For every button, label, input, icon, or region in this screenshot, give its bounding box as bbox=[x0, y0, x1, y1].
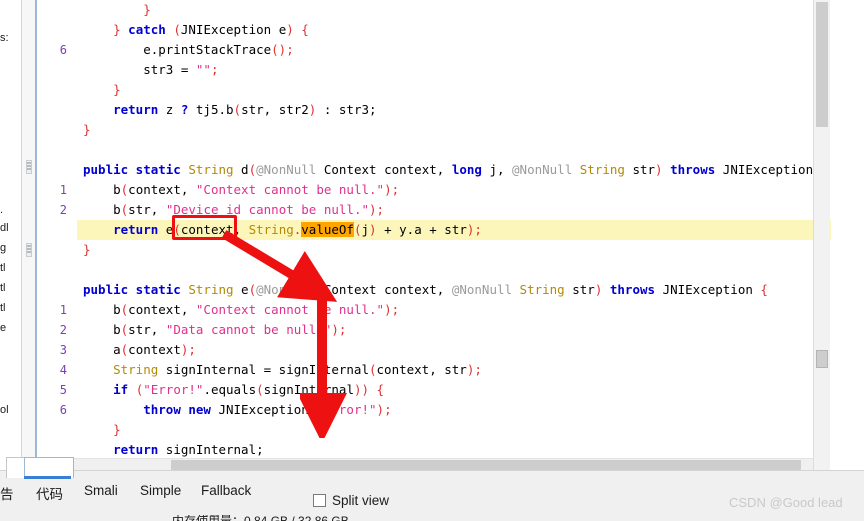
line-number: 1 bbox=[59, 183, 67, 197]
line-number: 2 bbox=[59, 323, 67, 337]
line-number: 6 bbox=[59, 403, 67, 417]
code-line: 1 b(context, "Context cannot be null."); bbox=[37, 180, 832, 200]
code-line-text: public static String e(@NonNull Context … bbox=[83, 282, 768, 297]
code-line: } bbox=[37, 80, 832, 100]
code-line: } catch (JNIException e) { bbox=[37, 20, 832, 40]
editor-vertical-scrollbar[interactable] bbox=[813, 0, 830, 470]
code-line: } bbox=[37, 420, 832, 440]
code-line-text: } bbox=[113, 82, 121, 97]
code-line: str3 = ""; bbox=[37, 60, 832, 80]
code-line: return e(context, String.valueOf(j) + y.… bbox=[37, 220, 832, 240]
line-number: 3 bbox=[59, 343, 67, 357]
code-line: return signInternal; bbox=[37, 440, 832, 460]
code-line-text: a(context); bbox=[83, 342, 196, 357]
code-line: } bbox=[37, 120, 832, 140]
code-line: return z ? tj5.b(str, str2) : str3; bbox=[37, 100, 832, 120]
editor-gutter bbox=[22, 0, 36, 470]
tab-strip bbox=[0, 457, 864, 479]
code-line-text: str3 = ""; bbox=[83, 62, 219, 77]
clipped-text-fragment: dl bbox=[0, 222, 9, 234]
code-line-text: throw new JNIException("Error!"); bbox=[143, 402, 392, 417]
memory-usage-text: 内存使用量：0.84 GB / 32.86 GB bbox=[172, 515, 349, 521]
line-number: 5 bbox=[59, 383, 67, 397]
fold-handle-icon[interactable] bbox=[26, 160, 32, 174]
code-line-text: return signInternal; bbox=[113, 442, 264, 457]
code-line: } bbox=[37, 240, 832, 260]
tab-smali[interactable]: Smali bbox=[84, 483, 118, 498]
code-line-text: b(context, "Context cannot be null."); bbox=[83, 302, 400, 317]
code-line-text: b(str, "Data cannot be null."); bbox=[83, 322, 347, 337]
watermark: CSDN @Good lead bbox=[729, 495, 843, 510]
code-line-text: return z ? tj5.b(str, str2) : str3; bbox=[113, 102, 377, 117]
annotation-highlight-box bbox=[172, 215, 237, 240]
clipped-text-fragment: tl bbox=[0, 282, 6, 294]
code-line: 2 b(str, "Data cannot be null."); bbox=[37, 320, 832, 340]
tab-page-prev[interactable] bbox=[6, 457, 26, 478]
active-tab-underline bbox=[24, 476, 71, 479]
code-text[interactable]: } } catch (JNIException e) { 6 e.printSta… bbox=[37, 0, 832, 470]
clipped-text-fragment: ol bbox=[0, 404, 9, 416]
code-line: 6 throw new JNIException("Error!"); bbox=[37, 400, 832, 420]
code-line: public static String d(@NonNull Context … bbox=[37, 160, 832, 180]
clipped-text-fragment: tl bbox=[0, 302, 6, 314]
code-line-text: } bbox=[83, 242, 91, 257]
right-hidden-panel-sliver: list-for- get("reqi ❐pand bbox=[831, 0, 864, 470]
clipped-text-fragment: tl bbox=[0, 262, 6, 274]
tab-page-active[interactable] bbox=[24, 457, 74, 478]
scrollbar-thumb[interactable] bbox=[171, 460, 801, 470]
code-line-text: String signInternal = signInternal(conte… bbox=[113, 362, 482, 377]
line-number: 2 bbox=[59, 203, 67, 217]
code-line-text: b(context, "Context cannot be null."); bbox=[83, 182, 400, 197]
fold-handle-icon[interactable] bbox=[26, 243, 32, 257]
code-line: 2 b(str, "Device id cannot be null."); bbox=[37, 200, 832, 220]
code-line: 5 if ("Error!".equals(signInternal)) { bbox=[37, 380, 832, 400]
code-line-text: } bbox=[143, 2, 151, 17]
status-bar: ••• 内存使用量：0.84 GB / 32.86 GB bbox=[0, 515, 864, 521]
code-line-text: return e(context, String.valueOf(j) + y.… bbox=[113, 222, 482, 237]
code-line: } bbox=[37, 0, 832, 20]
code-line: 3 a(context); bbox=[37, 340, 832, 360]
tab-fallback[interactable]: Fallback bbox=[201, 483, 251, 498]
code-line: 4 String signInternal = signInternal(con… bbox=[37, 360, 832, 380]
line-number: 4 bbox=[59, 363, 67, 377]
line-number: 1 bbox=[59, 303, 67, 317]
tab-代码[interactable]: 代码 bbox=[36, 483, 63, 503]
line-number: 6 bbox=[59, 43, 67, 57]
clipped-text-fragment: . bbox=[0, 204, 4, 216]
tab-simple[interactable]: Simple bbox=[140, 483, 181, 498]
code-line-text: public static String d(@NonNull Context … bbox=[83, 162, 828, 177]
code-line-text: if ("Error!".equals(signInternal)) { bbox=[113, 382, 385, 397]
code-line-text: } bbox=[113, 422, 121, 437]
code-editor[interactable]: } } catch (JNIException e) { 6 e.printSta… bbox=[21, 0, 832, 470]
decompiler-window: s:. dl g tl tl tl e ol } } catch (JNIException … bbox=[0, 0, 864, 521]
clipped-text-fragment: e bbox=[0, 322, 7, 334]
left-hidden-panel-sliver: s:. dl g tl tl tl e ol bbox=[0, 0, 21, 470]
code-line-text: } catch (JNIException e) { bbox=[113, 22, 309, 37]
tab-告[interactable]: 告 bbox=[0, 483, 14, 503]
code-line: public static String e(@NonNull Context … bbox=[37, 280, 832, 300]
code-line: 6 e.printStackTrace(); bbox=[37, 40, 832, 60]
scrollbar-thumb-secondary[interactable] bbox=[816, 350, 828, 368]
code-line-text: } bbox=[83, 122, 91, 137]
code-line-text: e.printStackTrace(); bbox=[83, 42, 294, 57]
split-view-label[interactable]: Split view bbox=[332, 493, 389, 508]
scrollbar-thumb[interactable] bbox=[816, 2, 828, 127]
clipped-text-fragment: g bbox=[0, 242, 7, 254]
split-view-checkbox[interactable] bbox=[313, 494, 326, 507]
code-line: 1 b(context, "Context cannot be null."); bbox=[37, 300, 832, 320]
clipped-text-fragment: s: bbox=[0, 32, 9, 44]
